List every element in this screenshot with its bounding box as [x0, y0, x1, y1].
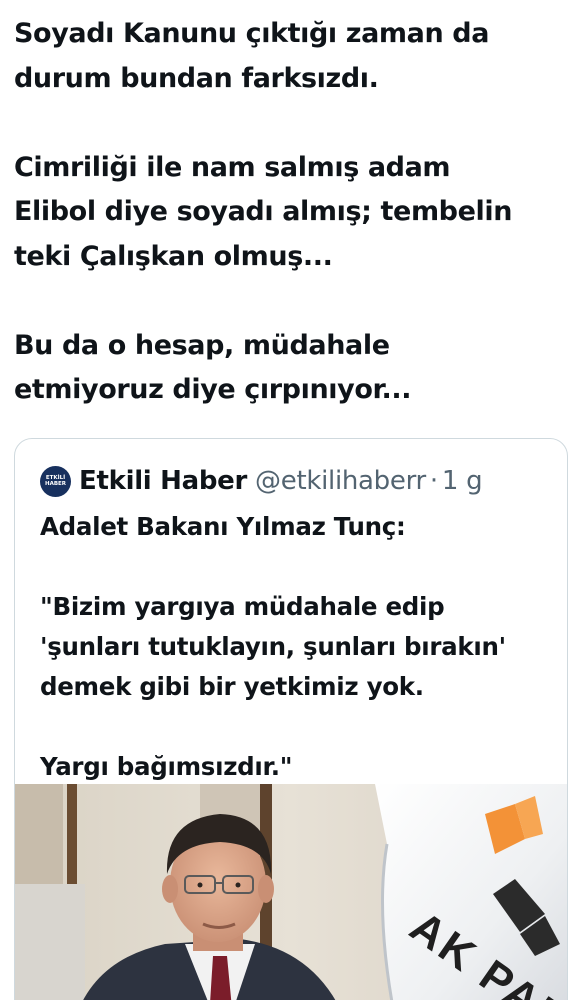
- tweet-line: Soyadı Kanunu çıktığı zaman da: [14, 18, 490, 49]
- quoted-tweet-card[interactable]: ETKİLİ HABER Etkili Haber @etkilihaberr …: [14, 438, 568, 1000]
- tweet-text: Soyadı Kanunu çıktığı zaman da durum bun…: [14, 12, 570, 413]
- tweet-line: durum bundan farksızdı.: [14, 62, 379, 94]
- author-name[interactable]: Etkili Haber: [79, 466, 247, 496]
- quote-line: Adalet Bakanı Yılmaz Tunç:: [40, 512, 406, 541]
- avatar-text-line: HABER: [44, 481, 67, 487]
- avatar[interactable]: ETKİLİ HABER: [40, 465, 71, 497]
- author-handle[interactable]: @etkilihaberr: [255, 466, 426, 496]
- tweet-line: Bu da o hesap, müdahale: [14, 329, 390, 361]
- quote-line: "Bizim yargıya müdahale edip: [40, 592, 445, 621]
- quote-line: Yargı bağımsızdır.": [40, 752, 293, 781]
- timestamp[interactable]: 1 g: [442, 466, 483, 496]
- quoted-tweet-photo[interactable]: AK PAR: [15, 784, 567, 1000]
- separator-dot: ·: [429, 466, 438, 496]
- quote-line: demek gibi bir yetkimiz yok.: [40, 672, 424, 701]
- tweet-line: Elibol diye soyadı almış; tembelin: [14, 196, 513, 227]
- tweet-line: etmiyoruz diye çırpınıyor...: [14, 374, 412, 405]
- tweet-line: teki Çalışkan olmuş...: [14, 240, 333, 272]
- quote-line: 'şunları tutuklayın, şunları bırakın': [40, 632, 506, 661]
- tweet-line: Cimriliği ile nam salmış adam: [14, 151, 451, 183]
- quoted-tweet-text: Adalet Bakanı Yılmaz Tunç: "Bizim yargıy…: [40, 507, 560, 787]
- quoted-tweet-header: ETKİLİ HABER Etkili Haber @etkilihaberr …: [40, 461, 483, 501]
